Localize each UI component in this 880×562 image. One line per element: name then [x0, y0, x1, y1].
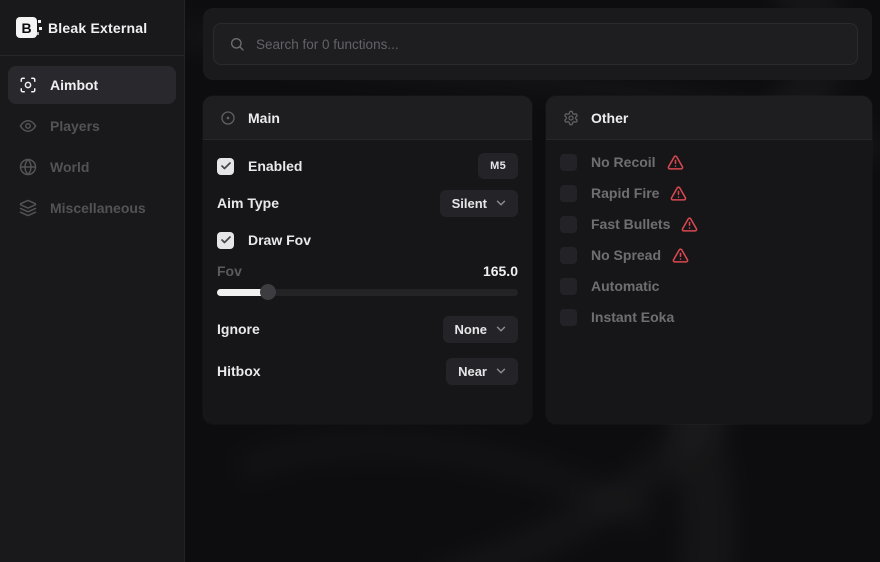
layers-icon	[19, 199, 37, 217]
warning-icon	[670, 185, 687, 202]
fov-slider[interactable]	[217, 284, 518, 300]
enabled-checkbox[interactable]	[217, 158, 234, 175]
search-input[interactable]: Search for 0 functions...	[213, 23, 858, 65]
sidebar-item-players[interactable]: Players	[8, 107, 176, 145]
fast-bullets-label: Fast Bullets	[591, 216, 670, 232]
rapid-fire-label: Rapid Fire	[591, 185, 659, 201]
hitbox-label: Hitbox	[217, 363, 261, 379]
automatic-row: Automatic	[560, 276, 858, 296]
ignore-dropdown[interactable]: None	[443, 316, 519, 343]
main-panel-body: Enabled M5 Aim Type Silent	[203, 140, 532, 424]
aim-type-label: Aim Type	[217, 195, 279, 211]
warning-icon	[681, 216, 698, 233]
keybind-button[interactable]: M5	[478, 153, 518, 179]
warning-icon	[667, 154, 684, 171]
other-panel-title: Other	[591, 110, 628, 126]
other-panel-header: Other	[546, 96, 872, 140]
hitbox-dropdown[interactable]: Near	[446, 358, 518, 385]
aim-type-dropdown[interactable]: Silent	[440, 190, 518, 217]
ignore-row: Ignore None	[217, 315, 518, 343]
sidebar-item-miscellaneous[interactable]: Miscellaneous	[8, 189, 176, 227]
chevron-down-icon	[494, 364, 508, 378]
sidebar-item-label: Miscellaneous	[50, 200, 146, 216]
globe-icon	[19, 158, 37, 176]
chevron-down-icon	[494, 196, 508, 210]
hitbox-row: Hitbox Near	[217, 357, 518, 385]
ignore-value: None	[455, 322, 488, 337]
eye-icon	[19, 117, 37, 135]
sidebar-item-aimbot[interactable]: Aimbot	[8, 66, 176, 104]
enabled-row: Enabled M5	[217, 154, 518, 178]
fov-slider-thumb[interactable]	[260, 284, 276, 300]
hitbox-value: Near	[458, 364, 487, 379]
check-icon	[563, 311, 575, 323]
aim-type-row: Aim Type Silent	[217, 191, 518, 215]
main-content: Search for 0 functions... Main Enabled M…	[185, 0, 880, 562]
check-icon	[563, 156, 575, 168]
sidebar-nav: Aimbot Players World Miscellaneous	[0, 56, 184, 237]
sidebar-header: B Bleak External	[0, 0, 184, 56]
check-icon	[563, 218, 575, 230]
app-title: Bleak External	[48, 20, 147, 36]
search-placeholder: Search for 0 functions...	[256, 37, 399, 52]
circle-dot-icon	[220, 110, 236, 126]
check-icon	[220, 234, 232, 246]
no-spread-label: No Spread	[591, 247, 661, 263]
draw-fov-checkbox[interactable]	[217, 232, 234, 249]
no-spread-row: No Spread	[560, 245, 858, 265]
fast-bullets-checkbox[interactable]	[560, 216, 577, 233]
other-panel: Other No Recoil Rapid Fire Fast Bullets	[546, 96, 872, 424]
automatic-label: Automatic	[591, 278, 659, 294]
sidebar-item-label: World	[50, 159, 89, 175]
check-icon	[563, 249, 575, 261]
no-recoil-row: No Recoil	[560, 152, 858, 172]
chevron-down-icon	[494, 322, 508, 336]
aim-type-value: Silent	[452, 196, 487, 211]
instant-eoka-checkbox[interactable]	[560, 309, 577, 326]
enabled-label: Enabled	[248, 158, 302, 174]
fov-label: Fov	[217, 263, 242, 279]
main-panel-title: Main	[248, 110, 280, 126]
no-recoil-label: No Recoil	[591, 154, 656, 170]
rapid-fire-checkbox[interactable]	[560, 185, 577, 202]
instant-eoka-row: Instant Eoka	[560, 307, 858, 327]
rapid-fire-row: Rapid Fire	[560, 183, 858, 203]
no-spread-checkbox[interactable]	[560, 247, 577, 264]
instant-eoka-label: Instant Eoka	[591, 309, 674, 325]
sidebar-item-label: Aimbot	[50, 77, 98, 93]
check-icon	[563, 280, 575, 292]
panels-row: Main Enabled M5 Aim Type Silent	[203, 96, 872, 424]
main-panel: Main Enabled M5 Aim Type Silent	[203, 96, 532, 424]
check-icon	[563, 187, 575, 199]
warning-icon	[672, 247, 689, 264]
search-panel: Search for 0 functions...	[203, 8, 872, 80]
sidebar-item-label: Players	[50, 118, 100, 134]
no-recoil-checkbox[interactable]	[560, 154, 577, 171]
brand-logo: B	[16, 17, 37, 38]
sidebar-item-world[interactable]: World	[8, 148, 176, 186]
fov-row: Fov 165.0	[217, 263, 518, 279]
check-icon	[220, 160, 232, 172]
other-panel-body: No Recoil Rapid Fire Fast Bullets No Spr…	[546, 140, 872, 424]
automatic-checkbox[interactable]	[560, 278, 577, 295]
draw-fov-label: Draw Fov	[248, 232, 311, 248]
search-icon	[229, 36, 245, 52]
main-panel-header: Main	[203, 96, 532, 140]
focus-icon	[19, 76, 37, 94]
fov-value: 165.0	[483, 263, 518, 279]
ignore-label: Ignore	[217, 321, 260, 337]
gear-icon	[563, 110, 579, 126]
draw-fov-row: Draw Fov	[217, 228, 518, 252]
fast-bullets-row: Fast Bullets	[560, 214, 858, 234]
sidebar: B Bleak External Aimbot Players World Mi…	[0, 0, 185, 562]
